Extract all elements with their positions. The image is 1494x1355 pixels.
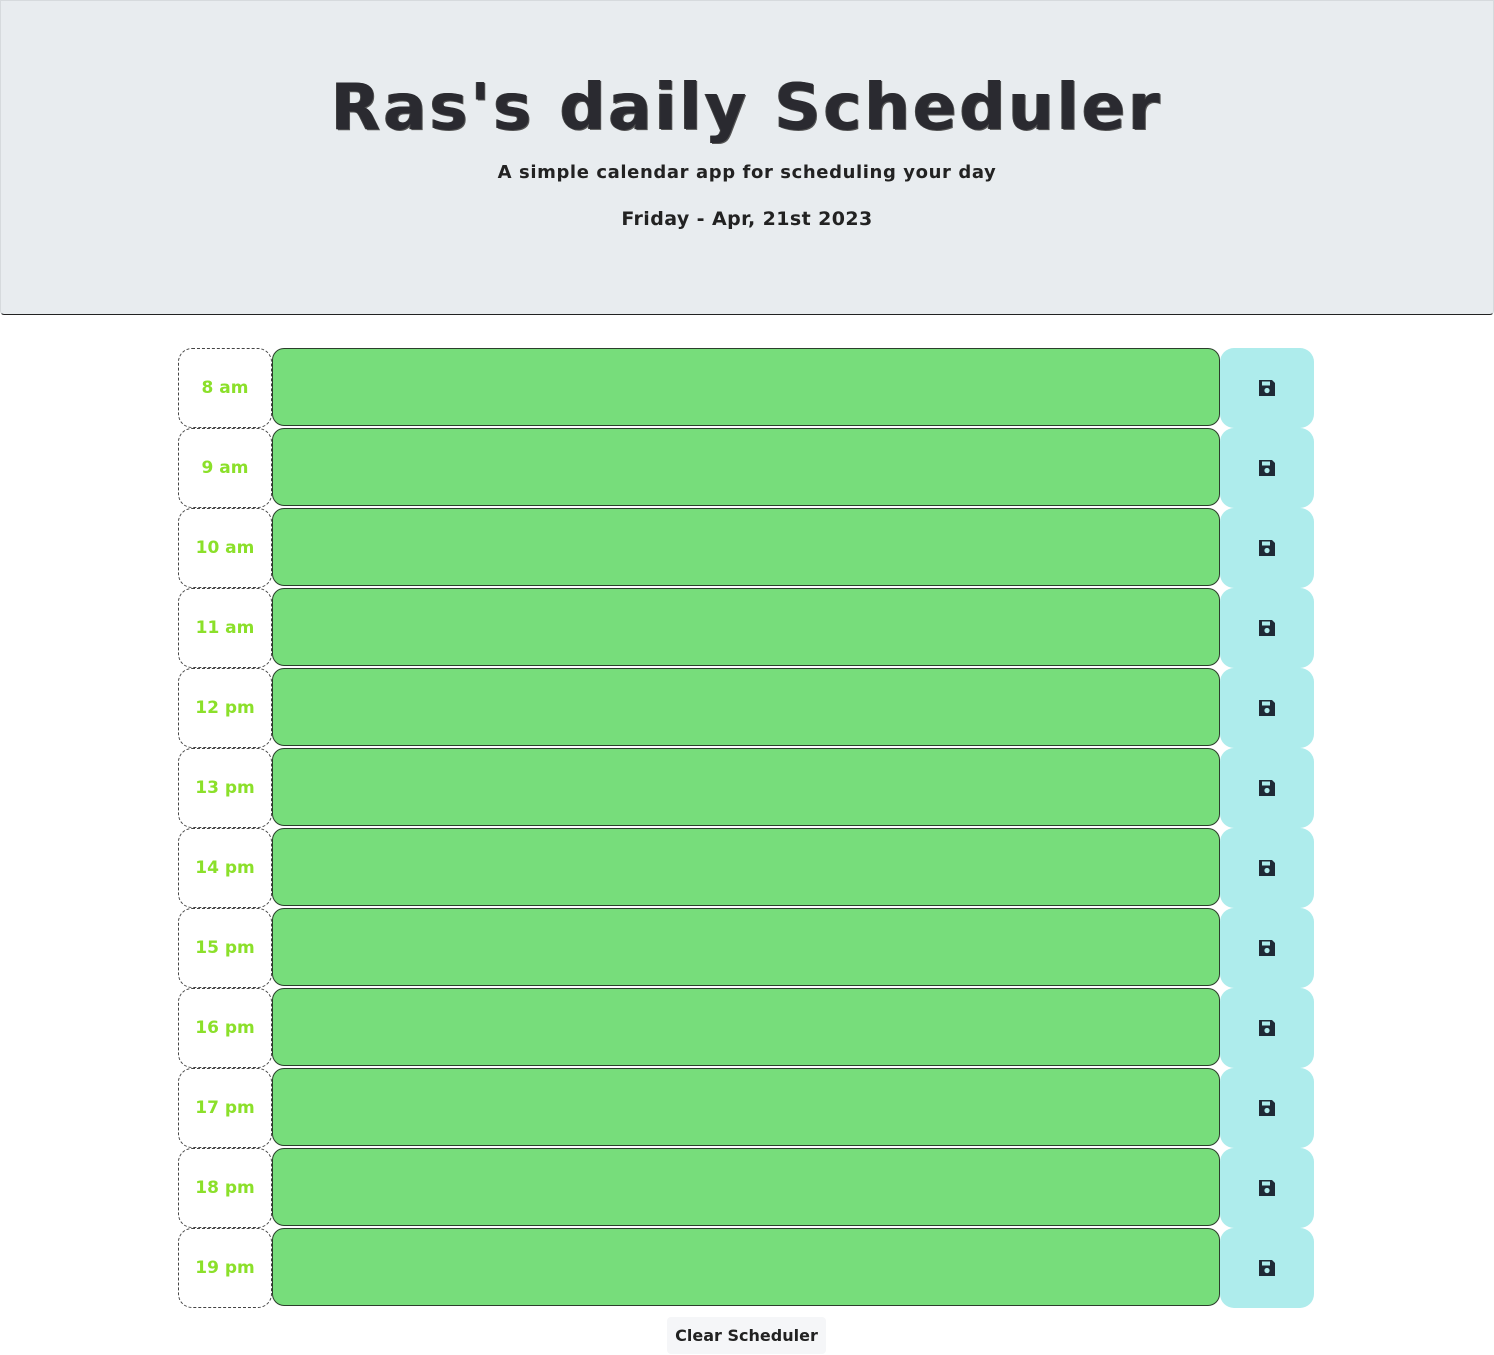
hour-label: 11 am	[178, 588, 272, 668]
event-textarea[interactable]	[272, 668, 1220, 746]
hour-label: 10 am	[178, 508, 272, 588]
event-textarea[interactable]	[272, 348, 1220, 426]
header: Ras's daily Scheduler A simple calendar …	[0, 0, 1494, 315]
time-block-row: 17 pm	[178, 1068, 1316, 1148]
hour-label: 12 pm	[178, 668, 272, 748]
time-blocks-container: 8 am 9 am 10 am 11 am 12 pm 13 pm 14 pm 15 pm 16…	[178, 348, 1316, 1308]
hour-label: 15 pm	[178, 908, 272, 988]
hour-label: 17 pm	[178, 1068, 272, 1148]
time-block-row: 9 am	[178, 428, 1316, 508]
time-block-row: 8 am	[178, 348, 1316, 428]
time-block-row: 13 pm	[178, 748, 1316, 828]
floppy-disk-icon	[1259, 860, 1275, 876]
floppy-disk-icon	[1259, 460, 1275, 476]
event-textarea[interactable]	[272, 1148, 1220, 1226]
save-button[interactable]	[1220, 1068, 1314, 1148]
save-button[interactable]	[1220, 1148, 1314, 1228]
save-button[interactable]	[1220, 908, 1314, 988]
time-block-row: 12 pm	[178, 668, 1316, 748]
floppy-disk-icon	[1259, 1020, 1275, 1036]
save-button[interactable]	[1220, 988, 1314, 1068]
save-button[interactable]	[1220, 508, 1314, 588]
save-button[interactable]	[1220, 588, 1314, 668]
event-textarea[interactable]	[272, 988, 1220, 1066]
time-block-row: 10 am	[178, 508, 1316, 588]
save-button[interactable]	[1220, 748, 1314, 828]
hour-label: 8 am	[178, 348, 272, 428]
floppy-disk-icon	[1259, 380, 1275, 396]
event-textarea[interactable]	[272, 1228, 1220, 1306]
time-block-row: 18 pm	[178, 1148, 1316, 1228]
page-title: Ras's daily Scheduler	[331, 71, 1163, 145]
current-date: Friday - Apr, 21st 2023	[621, 208, 873, 230]
floppy-disk-icon	[1259, 540, 1275, 556]
event-textarea[interactable]	[272, 748, 1220, 826]
save-button[interactable]	[1220, 428, 1314, 508]
hour-label: 13 pm	[178, 748, 272, 828]
hour-label: 16 pm	[178, 988, 272, 1068]
floppy-disk-icon	[1259, 940, 1275, 956]
event-textarea[interactable]	[272, 908, 1220, 986]
save-button[interactable]	[1220, 668, 1314, 748]
hour-label: 18 pm	[178, 1148, 272, 1228]
hour-label: 9 am	[178, 428, 272, 508]
time-block-row: 19 pm	[178, 1228, 1316, 1308]
floppy-disk-icon	[1259, 700, 1275, 716]
floppy-disk-icon	[1259, 780, 1275, 796]
time-block-row: 15 pm	[178, 908, 1316, 988]
event-textarea[interactable]	[272, 828, 1220, 906]
time-block-row: 11 am	[178, 588, 1316, 668]
clear-scheduler-button[interactable]: Clear Scheduler	[667, 1317, 826, 1354]
save-button[interactable]	[1220, 828, 1314, 908]
hour-label: 19 pm	[178, 1228, 272, 1308]
floppy-disk-icon	[1259, 1260, 1275, 1276]
floppy-disk-icon	[1259, 1100, 1275, 1116]
hour-label: 14 pm	[178, 828, 272, 908]
save-button[interactable]	[1220, 1228, 1314, 1308]
event-textarea[interactable]	[272, 508, 1220, 586]
event-textarea[interactable]	[272, 428, 1220, 506]
time-block-row: 16 pm	[178, 988, 1316, 1068]
event-textarea[interactable]	[272, 1068, 1220, 1146]
page-subtitle: A simple calendar app for scheduling you…	[497, 162, 997, 183]
floppy-disk-icon	[1259, 1180, 1275, 1196]
event-textarea[interactable]	[272, 588, 1220, 666]
save-button[interactable]	[1220, 348, 1314, 428]
floppy-disk-icon	[1259, 620, 1275, 636]
time-block-row: 14 pm	[178, 828, 1316, 908]
